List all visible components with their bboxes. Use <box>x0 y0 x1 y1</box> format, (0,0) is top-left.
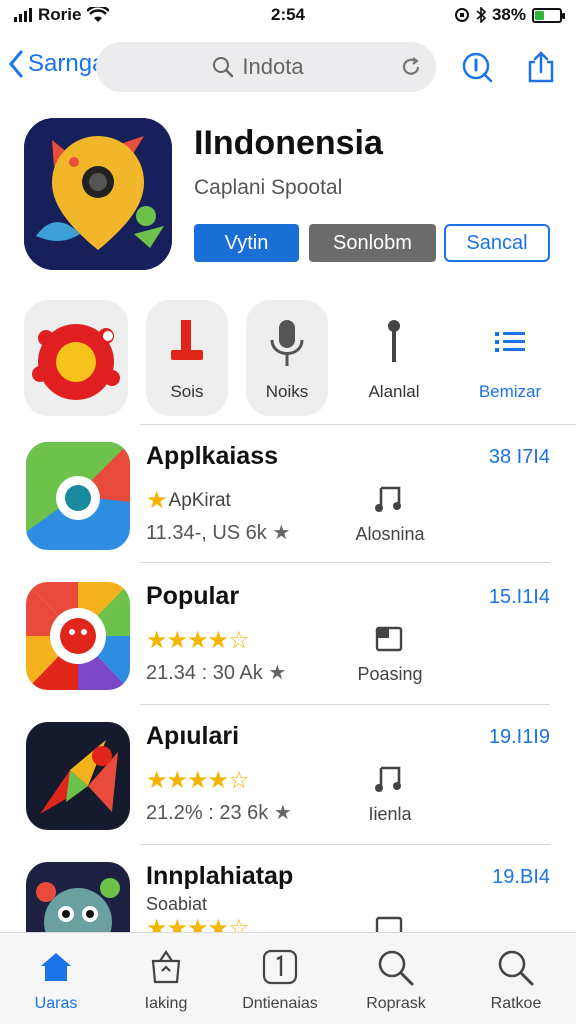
app-category: Alosnina <box>355 524 425 544</box>
app-header: IIndonensia Caplani Spootal Vytin Sonlob… <box>24 118 554 278</box>
app-list-icon <box>26 582 130 690</box>
app-icon <box>24 118 172 270</box>
divider <box>140 424 576 425</box>
tool-icon <box>171 320 203 360</box>
music-note-icon <box>375 486 401 512</box>
category-alanlal[interactable]: Alanlal <box>354 300 434 416</box>
category-bemizar[interactable]: Bemizar <box>468 300 552 416</box>
star-icon: ★ <box>146 487 167 514</box>
divider <box>140 844 550 845</box>
app-category: Poasing <box>357 664 423 684</box>
app-name: Applkaiass <box>146 442 279 470</box>
status-time: 2:54 <box>270 5 306 24</box>
home-icon <box>41 953 71 981</box>
divider <box>140 704 550 705</box>
star-rating: ★★★★☆ <box>146 627 250 654</box>
pin-icon <box>388 320 400 362</box>
category-label: Alanlal <box>368 382 420 401</box>
app-price[interactable]: 19.I1I9 <box>489 726 550 749</box>
bag-icon <box>151 950 181 984</box>
bluetooth-icon <box>476 7 486 23</box>
search-field[interactable]: Indota <box>96 42 436 92</box>
carrier-label: Rorie <box>38 5 82 24</box>
battery-icon <box>532 7 565 23</box>
app-meta: 11.34-, US 6k ★ <box>146 522 291 544</box>
refresh-icon[interactable] <box>400 56 422 78</box>
app-price[interactable]: 38 I7I4 <box>489 446 550 469</box>
back-label: Sarnga <box>28 50 106 77</box>
chevron-left-icon <box>9 50 23 78</box>
app-meta: 21.34 : 30 Ak ★ <box>146 662 287 684</box>
tab-ranking[interactable]: Iaking <box>116 943 216 1015</box>
category-label: Noiks <box>265 382 309 401</box>
number-one-icon <box>262 949 298 985</box>
folder-icon <box>375 626 403 652</box>
magnifier-icon <box>498 950 534 986</box>
category-featured[interactable] <box>24 300 128 416</box>
tab-bar: Uaras Iaking Dntienaias Roprask Ratkoe <box>0 932 576 1024</box>
app-name: Apıulari <box>146 722 240 750</box>
cancel-button[interactable]: Sancal <box>444 224 550 262</box>
app-name: Popular <box>146 582 240 610</box>
app-price[interactable]: 15.I1I4 <box>489 586 550 609</box>
tab-search[interactable]: Roprask <box>346 943 446 1015</box>
secondary-button[interactable]: Sonlobm <box>309 224 436 262</box>
search-icon <box>378 950 414 986</box>
list-item[interactable]: Apıulari 19.I1I9 ★★★★☆ 21.2% : 23 6k ★ I… <box>24 722 550 842</box>
info-icon[interactable] <box>460 50 494 84</box>
search-text: Indota <box>242 54 304 79</box>
list-item[interactable]: Popular 15.I1I4 ★★★★☆ 21.34 : 30 Ak ★ Po… <box>24 582 550 702</box>
app-title: IIndonensia <box>194 124 383 162</box>
tab-explore[interactable]: Ratkoe <box>466 943 566 1015</box>
app-price[interactable]: 19.BI4 <box>492 866 550 889</box>
app-category: Iienla <box>368 804 412 824</box>
app-name: Innplahiatap <box>146 862 294 890</box>
tab-updates[interactable]: Dntienaias <box>230 943 330 1015</box>
list-item[interactable]: Applkaiass 38 I7I4 ★ ApKirat 11.34-, US … <box>24 442 550 562</box>
navigation-bar: Sarnga Indota <box>0 38 576 96</box>
get-button[interactable]: Vytin <box>194 224 299 262</box>
signal-icon <box>14 8 32 22</box>
category-label: Sois <box>170 382 204 401</box>
music-note-icon <box>375 766 401 792</box>
app-subtitle: ApKirat <box>168 489 231 511</box>
category-label: Bemizar <box>478 382 542 401</box>
gear-icon <box>32 324 120 400</box>
battery-percent: 38% <box>491 5 526 24</box>
app-list-icon <box>26 442 130 550</box>
wifi-icon <box>87 7 110 22</box>
category-row: Sois Noiks Alanlal Bemizar <box>24 300 576 418</box>
app-meta: 21.2% : 23 6k ★ <box>146 802 292 824</box>
microphone-icon <box>270 320 304 366</box>
category-sois[interactable]: Sois <box>146 300 228 416</box>
app-subtitle: Soabiat <box>146 894 208 914</box>
list-icon <box>495 332 525 352</box>
search-icon <box>213 57 234 78</box>
app-developer: Caplani Spootal <box>194 176 343 199</box>
share-icon[interactable] <box>524 50 558 84</box>
tab-today[interactable]: Uaras <box>6 943 106 1015</box>
category-noiks[interactable]: Noiks <box>246 300 328 416</box>
orientation-lock-icon <box>454 8 469 22</box>
divider <box>140 562 550 563</box>
status-bar: Rorie 2:54 38% <box>0 0 576 30</box>
star-rating: ★★★★☆ <box>146 767 250 794</box>
app-list-icon <box>26 722 130 830</box>
back-button[interactable]: Sarnga <box>8 50 105 78</box>
